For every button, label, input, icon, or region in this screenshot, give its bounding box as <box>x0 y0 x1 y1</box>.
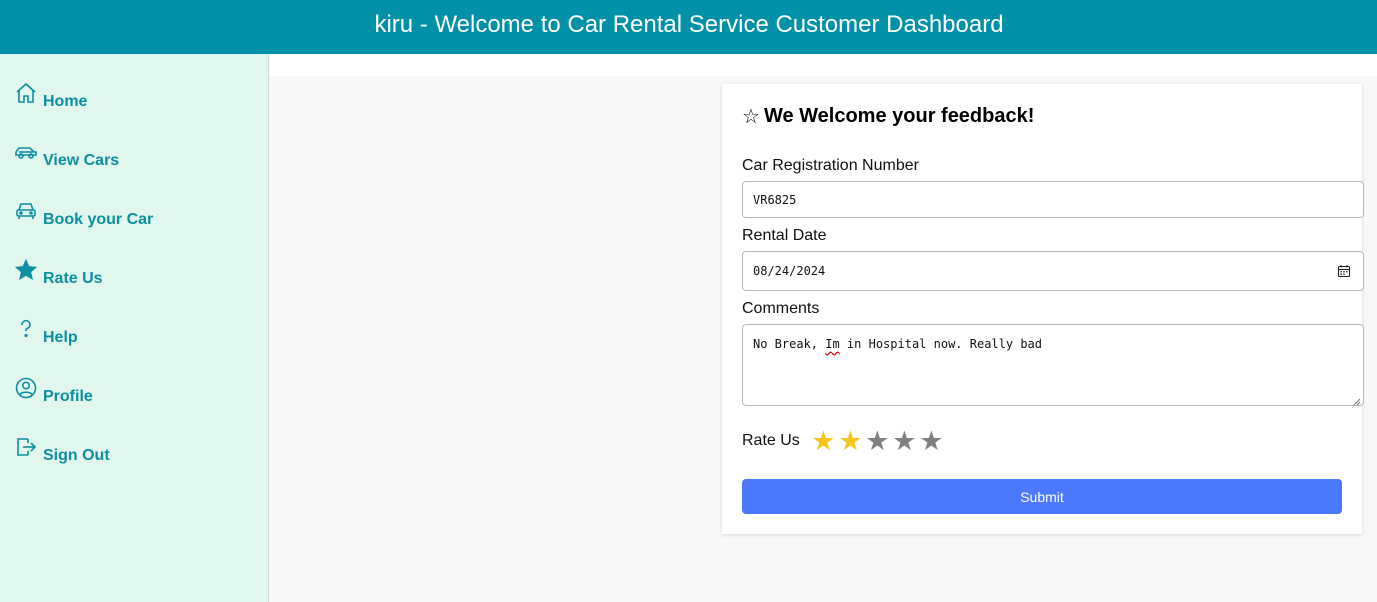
home-icon <box>14 81 38 105</box>
calendar-icon[interactable] <box>1337 264 1351 278</box>
submit-button[interactable]: Submit <box>742 479 1342 514</box>
sidebar-item-label: Home <box>43 93 88 110</box>
rate-label: Rate Us <box>742 432 800 449</box>
sidebar-item-label: Profile <box>43 388 93 405</box>
sidebar-item-label: Rate Us <box>43 270 103 287</box>
car-front-icon <box>14 199 38 223</box>
sign-out-icon <box>14 435 38 459</box>
sidebar-item-sign-out[interactable]: Sign Out <box>14 435 254 465</box>
star-5-icon[interactable]: ★ <box>918 426 945 456</box>
sidebar-item-label: Help <box>43 329 78 346</box>
car-side-icon <box>14 140 38 164</box>
sidebar-item-label: View Cars <box>43 152 120 169</box>
resize-handle-icon[interactable] <box>1353 395 1361 406</box>
car-reg-input[interactable]: VR6825 <box>742 181 1364 218</box>
sidebar-item-home[interactable]: Home <box>14 81 254 111</box>
feedback-card: ☆ We Welcome your feedback! Car Registra… <box>722 84 1364 534</box>
question-icon <box>14 317 38 341</box>
rental-date-input[interactable]: 08/24/2024 <box>742 251 1364 291</box>
sidebar-item-label: Book your Car <box>43 211 154 228</box>
sidebar-item-rate-us[interactable]: Rate Us <box>14 258 254 288</box>
sidebar-item-label: Sign Out <box>43 447 110 464</box>
star-2-icon[interactable]: ★ <box>837 426 864 456</box>
star-1-icon[interactable]: ★ <box>810 426 837 456</box>
sidebar-item-book-your-car[interactable]: Book your Car <box>14 199 254 229</box>
car-reg-label: Car Registration Number <box>742 157 919 174</box>
star-3-icon[interactable]: ★ <box>864 426 891 456</box>
sidebar: Home View Cars Book your Car Rate Us Hel… <box>0 54 269 602</box>
rating-row: Rate Us ★ ★ ★ ★ ★ <box>742 426 945 456</box>
rental-date-label: Rental Date <box>742 227 827 244</box>
star-4-icon[interactable]: ★ <box>891 426 918 456</box>
content-top-bar <box>270 54 1377 76</box>
star-icon <box>14 258 38 282</box>
star-outline-icon: ☆ <box>742 106 760 128</box>
sidebar-item-help[interactable]: Help <box>14 317 254 347</box>
rental-date-value: 08/24/2024 <box>753 264 826 278</box>
feedback-title: ☆ We Welcome your feedback! <box>742 104 1034 129</box>
comments-text: in Hospital now. Really bad <box>839 337 1042 351</box>
comments-textarea[interactable]: No Break, Im in Hospital now. Really bad <box>742 324 1364 406</box>
user-circle-icon <box>14 376 38 400</box>
sidebar-item-view-cars[interactable]: View Cars <box>14 140 254 170</box>
feedback-title-text: We Welcome your feedback! <box>763 105 1035 127</box>
comments-label: Comments <box>742 300 820 317</box>
star-rating: ★ ★ ★ ★ ★ <box>810 426 945 456</box>
top-header: kiru - Welcome to Car Rental Service Cus… <box>0 0 1377 54</box>
car-reg-value: VR6825 <box>753 192 797 207</box>
comments-text: No Break, <box>753 337 826 351</box>
page-title: kiru - Welcome to Car Rental Service Cus… <box>374 11 1004 38</box>
sidebar-item-profile[interactable]: Profile <box>14 376 254 406</box>
comments-misspelled-word: Im <box>825 337 840 351</box>
